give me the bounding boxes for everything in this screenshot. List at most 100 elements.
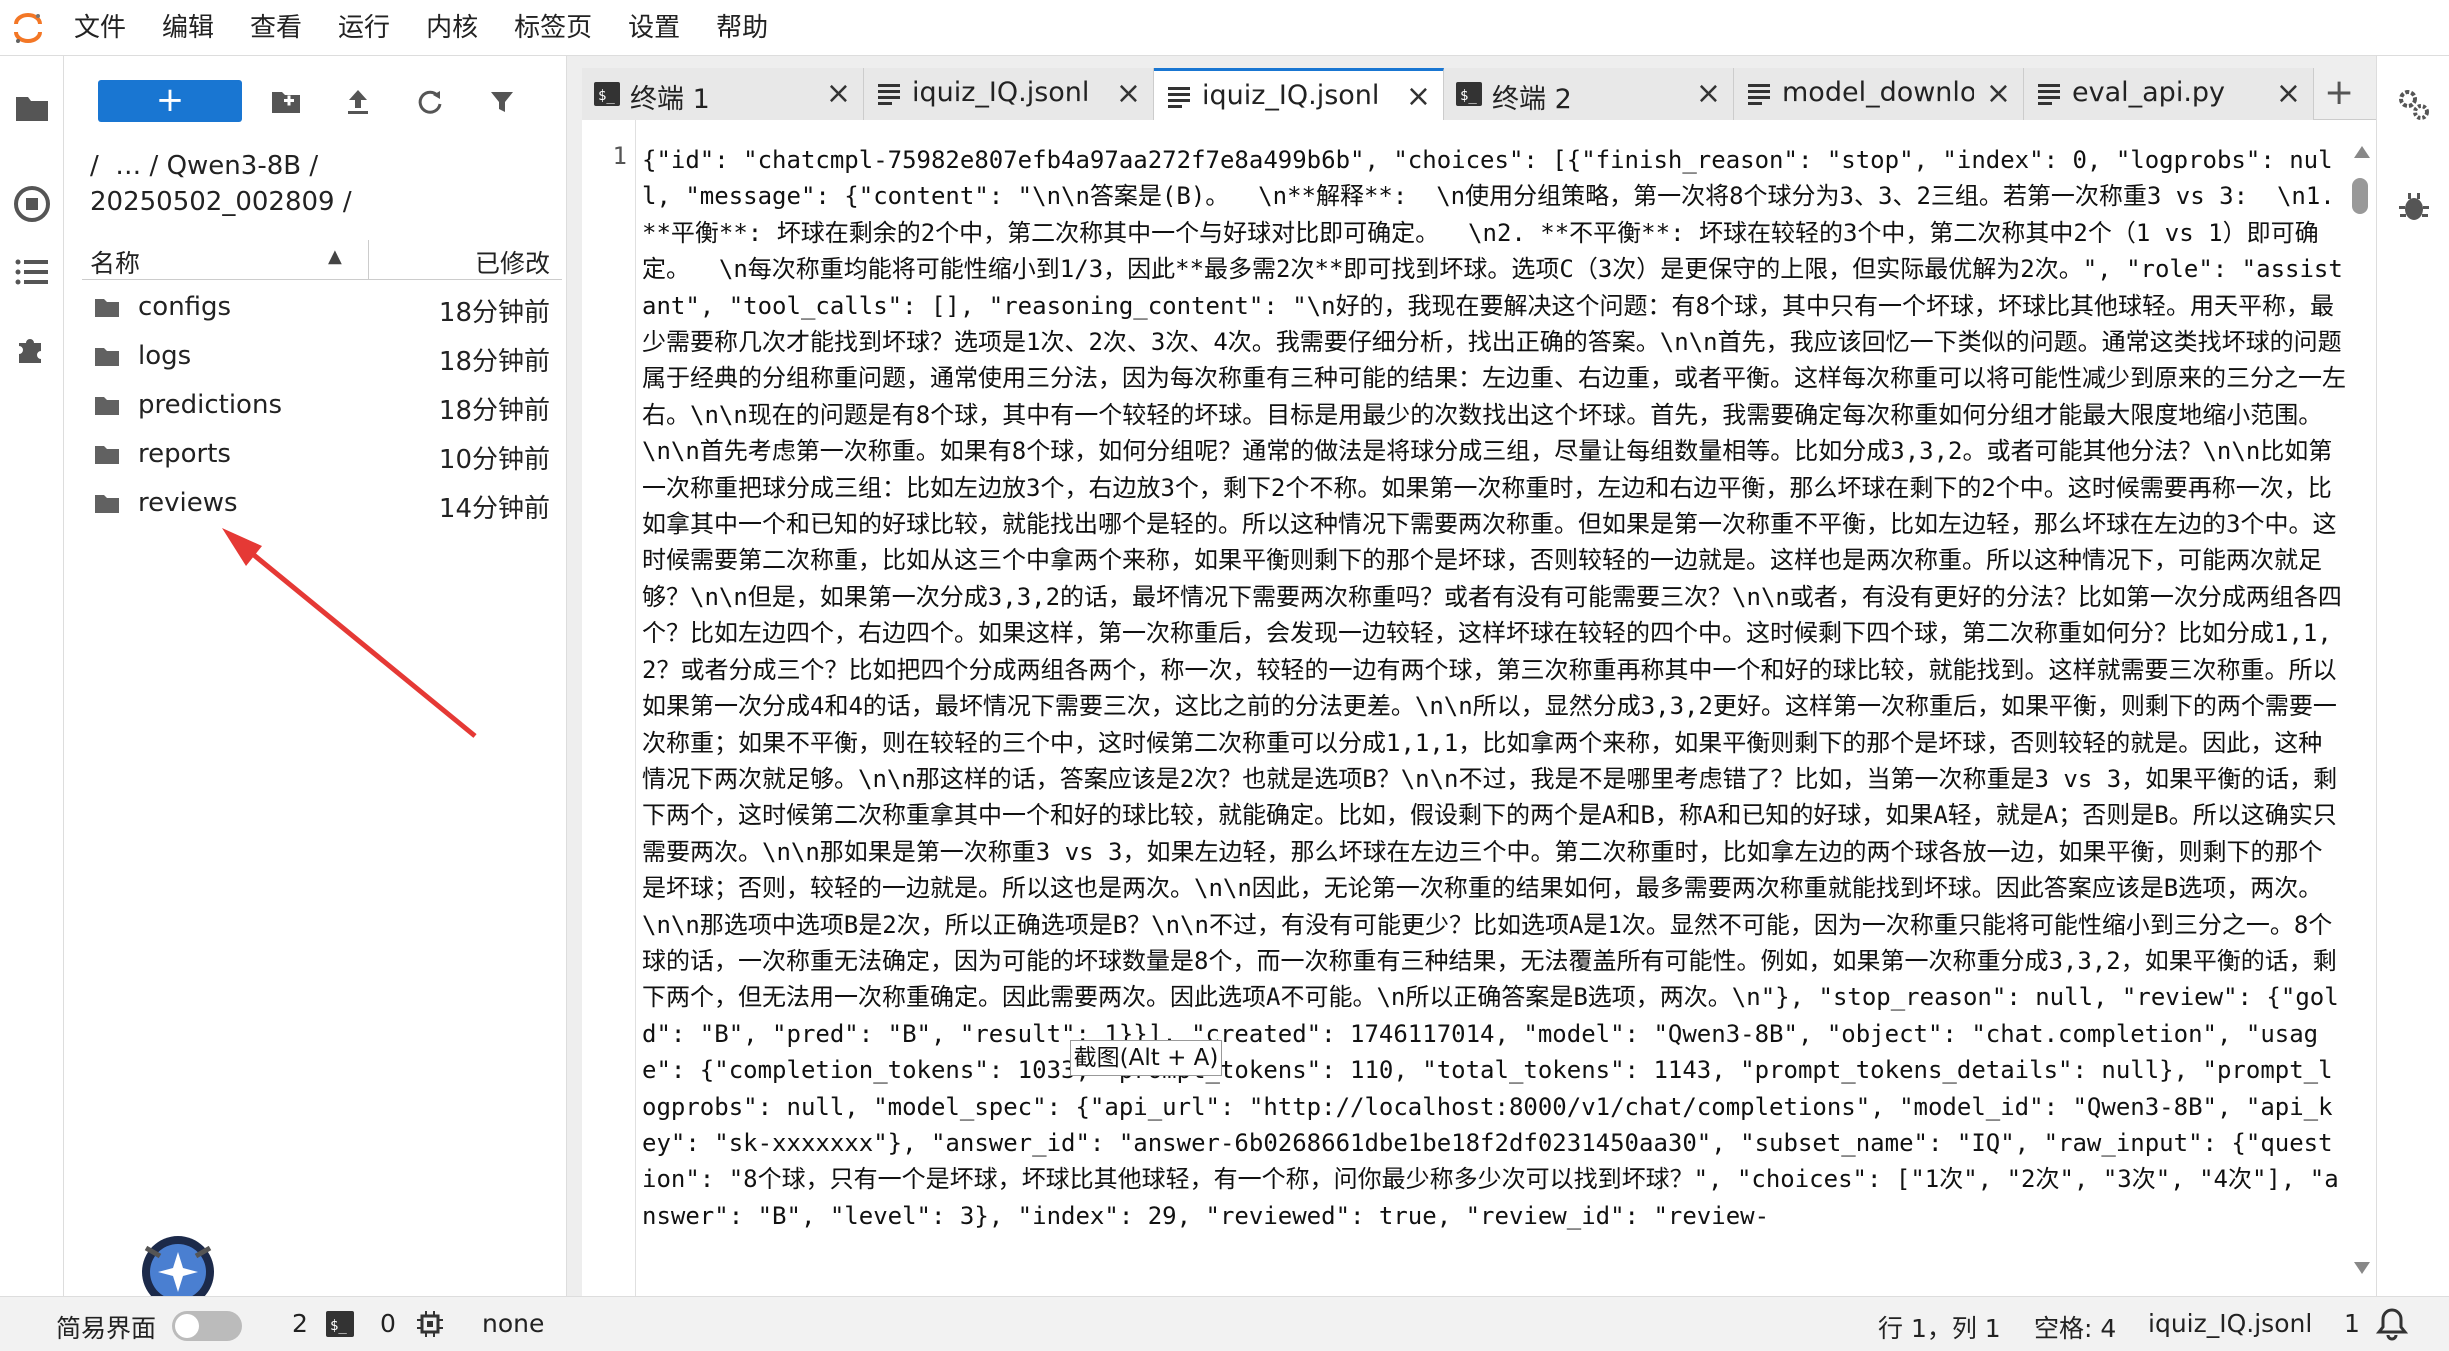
close-icon[interactable]: × (1986, 76, 2011, 111)
menu-kernel[interactable]: 内核 (408, 0, 496, 56)
menu-edit[interactable]: 编辑 (144, 0, 232, 56)
file-name: logs (138, 341, 192, 371)
tab-label: 终端 2 (1492, 84, 1572, 115)
close-icon[interactable]: × (2276, 76, 2301, 111)
menu-run[interactable]: 运行 (320, 0, 408, 56)
tab-label: eval_api.py (2072, 77, 2226, 108)
bell-icon[interactable] (2375, 1307, 2409, 1347)
panel-splitter[interactable] (566, 56, 582, 1296)
file-modified: 10分钟前 (438, 445, 550, 475)
close-icon[interactable]: × (1696, 76, 1721, 111)
close-icon[interactable]: × (1406, 79, 1431, 114)
menu-tabs[interactable]: 标签页 (496, 0, 610, 56)
tab-terminal-2[interactable]: $_ 终端 2 × (1444, 68, 1734, 120)
file-name: reviews (138, 488, 238, 518)
indent-setting[interactable]: 空格: 4 (2034, 1309, 2116, 1345)
tab-terminal-1[interactable]: $_ 终端 1 × (582, 68, 864, 120)
running-kernels-icon[interactable] (10, 182, 54, 226)
kernel-name[interactable]: none (482, 1309, 544, 1338)
breadcrumb[interactable]: / … / Qwen3-8B / 20250502_002809 / (90, 148, 560, 220)
folder-icon[interactable] (10, 86, 54, 130)
kernel-chip-icon[interactable] (416, 1310, 444, 1344)
close-icon[interactable]: × (826, 76, 851, 111)
text-file-icon (878, 84, 900, 105)
folder-icon (95, 397, 119, 415)
extensions-puzzle-icon[interactable] (10, 326, 54, 370)
refresh-icon[interactable] (412, 84, 448, 120)
file-name: configs (138, 292, 232, 322)
file-name: predictions (138, 390, 282, 420)
column-divider (368, 240, 369, 280)
text-file-icon (1168, 87, 1190, 108)
editor-content[interactable]: {"id": "chatcmpl-75982e807efb4a97aa272f7… (642, 142, 2346, 1296)
terminal-status-icon[interactable]: $_ (326, 1311, 354, 1343)
column-modified-header[interactable]: 已修改 (475, 244, 550, 280)
filter-icon[interactable] (484, 84, 520, 120)
text-file-icon (2038, 84, 2060, 105)
tab-eval-api-py[interactable]: eval_api.py × (2024, 68, 2314, 120)
tab-label: iquiz_IQ.jsonl (1202, 80, 1380, 111)
file-browser-panel: + / … / Qwen3-8B / 20250502_002809 / 名称 … (64, 56, 566, 1296)
svg-text:$_: $_ (598, 88, 615, 104)
status-bar: 简易界面 2 $_ 0 none 行 1，列 1 空格: 4 iquiz_IQ.… (0, 1296, 2449, 1351)
column-name-header[interactable]: 名称 (90, 244, 140, 280)
menu-file[interactable]: 文件 (56, 0, 144, 56)
new-folder-icon[interactable] (268, 84, 304, 120)
document-tab-bar: $_ 终端 1 × iquiz_IQ.jsonl × iquiz_IQ.json… (582, 56, 2376, 121)
tab-label: model_downlo (1782, 77, 1974, 108)
file-browser-toolbar: + (64, 78, 566, 138)
toggle-knob (175, 1314, 199, 1338)
menu-settings[interactable]: 设置 (610, 0, 698, 56)
upload-icon[interactable] (340, 84, 376, 120)
text-editor[interactable]: 1 {"id": "chatcmpl-75982e807efb4a97aa272… (582, 120, 2376, 1296)
tab-iquiz-jsonl-active[interactable]: iquiz_IQ.jsonl × (1154, 68, 1444, 121)
terminals-count[interactable]: 2 (292, 1309, 308, 1338)
tab-model-download[interactable]: model_downlo × (1734, 68, 2024, 120)
scroll-up-icon[interactable] (2354, 146, 2370, 158)
file-modified: 14分钟前 (438, 494, 550, 524)
scroll-down-icon[interactable] (2354, 1262, 2370, 1274)
menu-bar: 文件 编辑 查看 运行 内核 标签页 设置 帮助 (0, 0, 2449, 56)
simple-mode-label: 简易界面 (56, 1314, 157, 1343)
new-launcher-button[interactable]: + (98, 80, 242, 122)
left-activity-bar (0, 56, 64, 1296)
svg-text:$_: $_ (330, 1318, 347, 1334)
file-list-header: 名称 ▲ 已修改 (82, 240, 562, 280)
text-file-icon (1748, 84, 1770, 105)
status-file-name: iquiz_IQ.jsonl (2148, 1309, 2313, 1338)
tab-label: iquiz_IQ.jsonl (912, 77, 1090, 108)
tab-iquiz-jsonl-1[interactable]: iquiz_IQ.jsonl × (864, 68, 1154, 120)
terminal-icon: $_ (594, 82, 620, 106)
menu-help[interactable]: 帮助 (698, 0, 786, 56)
file-modified: 18分钟前 (438, 396, 550, 426)
sort-ascending-icon[interactable]: ▲ (328, 246, 342, 267)
file-row[interactable]: logs 18分钟前 (82, 333, 562, 381)
folder-icon (95, 299, 119, 317)
line-number-gutter: 1 (582, 120, 636, 1296)
debugger-bug-icon[interactable] (2397, 190, 2431, 228)
file-row[interactable]: reviews 14分钟前 (82, 480, 562, 528)
kernels-count[interactable]: 0 (380, 1309, 396, 1338)
menu-view[interactable]: 查看 (232, 0, 320, 56)
scroll-thumb[interactable] (2352, 178, 2368, 214)
file-name: reports (138, 439, 231, 469)
simple-mode-toggle[interactable] (172, 1311, 242, 1341)
jupyter-logo-icon (0, 0, 56, 56)
cursor-position[interactable]: 行 1，列 1 (1878, 1309, 2001, 1345)
file-row[interactable]: predictions 18分钟前 (82, 382, 562, 430)
add-tab-icon[interactable]: + (2324, 72, 2354, 113)
table-of-contents-icon[interactable] (10, 250, 54, 294)
svg-text:$_: $_ (1460, 88, 1477, 104)
folder-icon (95, 446, 119, 464)
close-icon[interactable]: × (1116, 76, 1141, 111)
file-row[interactable]: reports 10分钟前 (82, 431, 562, 479)
screenshot-tooltip: 截图(Alt + A) (1070, 1040, 1222, 1076)
vertical-scrollbar[interactable] (2348, 140, 2376, 1290)
notification-count[interactable]: 1 (2344, 1309, 2360, 1338)
folder-icon (95, 495, 119, 513)
line-number: 1 (612, 142, 627, 170)
property-inspector-gears-icon[interactable] (2395, 86, 2433, 128)
file-modified: 18分钟前 (438, 298, 550, 328)
file-row[interactable]: configs 18分钟前 (82, 284, 562, 332)
folder-icon (95, 348, 119, 366)
